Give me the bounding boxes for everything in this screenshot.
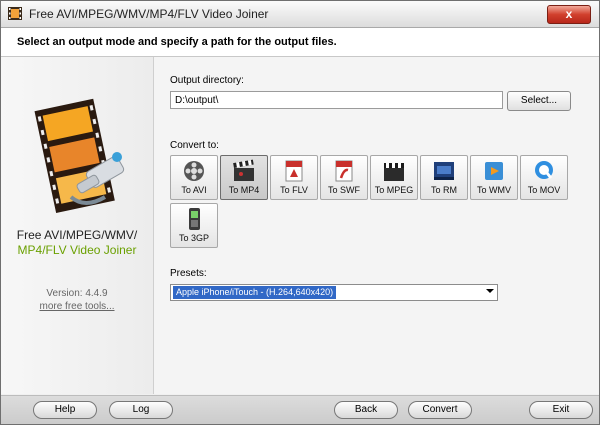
instruction-strip: Select an output mode and specify a path… bbox=[1, 28, 599, 57]
format-avi-button[interactable]: To AVI bbox=[170, 155, 218, 200]
convert-button[interactable]: Convert bbox=[408, 401, 472, 419]
film-app-icon bbox=[8, 7, 22, 20]
swf-file-icon bbox=[335, 160, 353, 182]
presets-selected-value: Apple iPhone/iTouch - (H.264,640x420) bbox=[173, 286, 337, 299]
log-button[interactable]: Log bbox=[109, 401, 173, 419]
product-name-line2: MP4/FLV Video Joiner bbox=[17, 243, 137, 257]
format-3gp-label: To 3GP bbox=[178, 233, 209, 243]
format-wmv-button[interactable]: To WMV bbox=[470, 155, 518, 200]
real-icon bbox=[434, 162, 454, 180]
exit-button[interactable]: Exit bbox=[529, 401, 593, 419]
instruction-text: Select an output mode and specify a path… bbox=[17, 36, 337, 48]
format-swf-button[interactable]: To SWF bbox=[320, 155, 368, 200]
format-flv-button[interactable]: To FLV bbox=[270, 155, 318, 200]
window-title: Free AVI/MPEG/WMV/MP4/FLV Video Joiner bbox=[29, 7, 269, 21]
film-reel-icon bbox=[184, 161, 204, 181]
sidebar: Free AVI/MPEG/WMV/ MP4/FLV Video Joiner … bbox=[1, 57, 154, 394]
main-panel: Output directory: Select... Convert to: … bbox=[154, 57, 599, 394]
format-mpeg-label: To MPEG bbox=[374, 185, 414, 195]
select-directory-button[interactable]: Select... bbox=[507, 91, 571, 111]
format-avi-label: To AVI bbox=[181, 185, 207, 195]
clapperboard-icon bbox=[233, 159, 254, 181]
format-rm-label: To RM bbox=[430, 185, 457, 195]
format-3gp-button[interactable]: To 3GP bbox=[170, 203, 218, 248]
presets-label: Presets: bbox=[170, 268, 207, 279]
output-directory-input[interactable] bbox=[170, 91, 503, 109]
more-free-tools-link[interactable]: more free tools... bbox=[1, 301, 153, 312]
quicktime-icon bbox=[535, 161, 553, 179]
mobile-phone-icon bbox=[189, 208, 200, 230]
format-wmv-label: To WMV bbox=[476, 185, 511, 195]
format-mp4-button[interactable]: To MP4 bbox=[220, 155, 268, 200]
version-label: Version: 4.4.9 bbox=[46, 288, 108, 299]
film-strip-joiner-logo bbox=[34, 98, 125, 213]
presets-dropdown[interactable]: Apple iPhone/iTouch - (H.264,640x420) bbox=[170, 284, 498, 301]
app-window: Free AVI/MPEG/WMV/MP4/FLV Video Joiner x… bbox=[0, 0, 600, 425]
help-button[interactable]: Help bbox=[33, 401, 97, 419]
title-bar[interactable]: Free AVI/MPEG/WMV/MP4/FLV Video Joiner x bbox=[1, 1, 599, 28]
format-swf-label: To SWF bbox=[327, 185, 360, 195]
product-name-line1: Free AVI/MPEG/WMV/ bbox=[16, 228, 138, 242]
format-mpeg-button[interactable]: To MPEG bbox=[370, 155, 418, 200]
close-button[interactable]: x bbox=[547, 5, 591, 24]
format-rm-button[interactable]: To RM bbox=[420, 155, 468, 200]
format-mp4-label: To MP4 bbox=[228, 185, 260, 195]
clapperboard-icon bbox=[384, 163, 404, 181]
bottom-button-bar: Help Log Back Convert Exit bbox=[1, 395, 599, 424]
back-button[interactable]: Back bbox=[334, 401, 398, 419]
format-mov-label: To MOV bbox=[527, 185, 561, 195]
format-flv-label: To FLV bbox=[280, 185, 308, 195]
dropdown-arrow-icon[interactable] bbox=[486, 289, 494, 293]
windows-media-icon bbox=[485, 162, 503, 180]
output-directory-label: Output directory: bbox=[170, 75, 244, 86]
format-mov-button[interactable]: To MOV bbox=[520, 155, 568, 200]
convert-to-label: Convert to: bbox=[170, 140, 219, 151]
flv-file-icon bbox=[285, 160, 303, 182]
